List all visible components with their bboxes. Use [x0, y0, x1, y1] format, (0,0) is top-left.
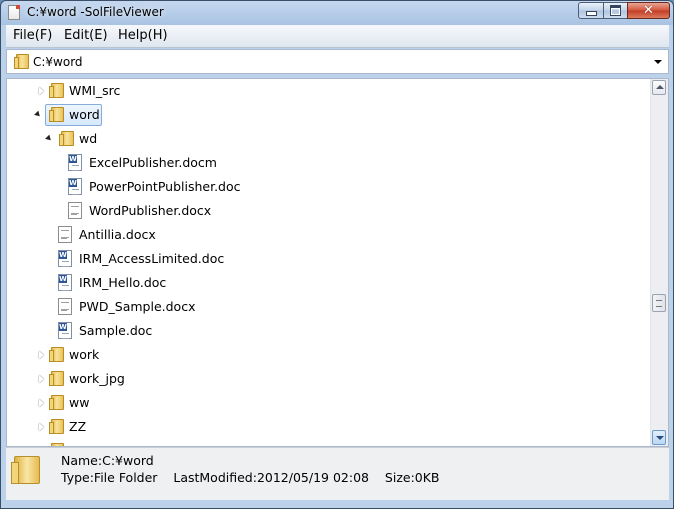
folder-icon: [11, 456, 40, 484]
menu-help[interactable]: Help(H): [116, 28, 170, 43]
tree-item-partial[interactable]: [7, 440, 652, 446]
tree-item-pwd-sample[interactable]: PWD_Sample.docx: [7, 296, 652, 318]
status-size: Size:0KB: [384, 470, 440, 485]
window-title: C:¥word -SolFileViewer: [27, 5, 164, 19]
tree-item-label: PWD_Sample.docx: [79, 299, 196, 314]
tree-item-irm-hello[interactable]: IRM_Hello.doc: [7, 272, 652, 294]
folder-icon: [14, 54, 29, 69]
tree-item-label: wd: [79, 131, 98, 146]
tree-item-sample[interactable]: Sample.doc: [7, 320, 652, 342]
tree-item-ww[interactable]: ww: [7, 392, 652, 414]
tree-item-irm-accesslimited[interactable]: IRM_AccessLimited.doc: [7, 248, 652, 270]
status-type: Type:File Folder: [61, 470, 158, 485]
tree-item-label: word: [69, 107, 100, 122]
tree-item-label: IRM_AccessLimited.doc: [79, 251, 225, 266]
tree-item-label: ww: [69, 395, 90, 410]
tree-item-work[interactable]: work: [7, 344, 652, 366]
word-document-icon: [58, 322, 72, 339]
tree-item-label: IRM_Hello.doc: [79, 275, 167, 290]
scroll-thumb[interactable]: [652, 294, 666, 312]
word-document-icon: [68, 154, 82, 171]
tree-item-label: PowerPointPublisher.doc: [89, 179, 241, 194]
arrow-down-icon: [656, 436, 664, 440]
expand-arrow-icon[interactable]: [39, 399, 44, 407]
menu-edit[interactable]: Edit(E): [62, 28, 110, 43]
status-last-modified: LastModified:2012/05/19 02:08: [173, 470, 369, 485]
tree-item-zz[interactable]: ZZ: [7, 416, 652, 438]
path-value: C:¥word: [33, 55, 83, 69]
path-combobox[interactable]: C:¥word: [6, 49, 669, 74]
tree-item-wmi-src[interactable]: WMI_src: [7, 80, 652, 102]
minimize-button[interactable]: [578, 2, 604, 19]
app-window: C:¥word -SolFileViewer ✕ File(F) Edit(E)…: [0, 0, 674, 509]
status-details: Type:File Folder LastModified:2012/05/19…: [61, 470, 440, 485]
word-document-icon: [58, 274, 72, 291]
tree-item-label: ZZ: [69, 419, 87, 434]
vertical-scrollbar[interactable]: [650, 79, 668, 446]
tree-item-label: Sample.doc: [79, 323, 153, 338]
tree-item-label: work_jpg: [69, 371, 125, 386]
title-bar[interactable]: C:¥word -SolFileViewer ✕: [1, 1, 673, 25]
arrow-up-icon: [656, 85, 664, 89]
folder-icon: [49, 419, 64, 434]
folder-icon: [49, 107, 64, 122]
expand-arrow-icon[interactable]: [39, 87, 44, 95]
folder-icon: [49, 371, 64, 386]
tree-item-word[interactable]: word: [7, 104, 652, 126]
status-panel: Name:C:¥word Type:File Folder LastModifi…: [6, 447, 669, 500]
minimize-icon: [585, 11, 597, 16]
chevron-down-icon[interactable]: [654, 60, 662, 64]
tree-item-wd[interactable]: wd: [7, 128, 652, 150]
tree-item-antillia[interactable]: Antillia.docx: [7, 224, 652, 246]
tree-item-work-jpg[interactable]: work_jpg: [7, 368, 652, 390]
tree-item-wordpublisher[interactable]: WordPublisher.docx: [7, 200, 652, 222]
document-icon: [8, 5, 20, 20]
collapse-arrow-icon[interactable]: [34, 110, 42, 119]
expand-arrow-icon[interactable]: [39, 423, 44, 431]
collapse-arrow-icon[interactable]: [45, 134, 53, 143]
expand-arrow-icon[interactable]: [39, 351, 44, 359]
folder-icon: [59, 131, 74, 146]
tree-item-label: WMI_src: [69, 83, 121, 98]
tree-item-label: WordPublisher.docx: [89, 203, 212, 218]
text-document-icon: [58, 298, 72, 315]
tree-item-powerpointpublisher[interactable]: PowerPointPublisher.doc: [7, 176, 652, 198]
tree-item-label: ExcelPublisher.docm: [89, 155, 217, 170]
text-document-icon: [68, 202, 82, 219]
scroll-down-button[interactable]: [652, 430, 666, 445]
menu-file[interactable]: File(F): [11, 28, 54, 43]
text-document-icon: [58, 226, 72, 243]
folder-icon: [49, 395, 64, 410]
word-document-icon: [68, 178, 82, 195]
status-name: Name:C:¥word: [61, 453, 154, 468]
close-icon: ✕: [643, 3, 654, 18]
menu-bar: File(F) Edit(E) Help(H): [6, 25, 669, 48]
maximize-icon: [610, 5, 621, 16]
folder-tree[interactable]: WMI_src word wd ExcelPublisher.docm Powe…: [6, 78, 669, 447]
folder-icon: [49, 83, 64, 98]
close-button[interactable]: ✕: [627, 2, 670, 19]
maximize-button[interactable]: [603, 2, 628, 19]
tree-item-label: Antillia.docx: [79, 227, 156, 242]
word-document-icon: [58, 250, 72, 267]
tree-item-label: work: [69, 347, 100, 362]
scroll-up-button[interactable]: [652, 80, 666, 95]
tree-item-excelpublisher[interactable]: ExcelPublisher.docm: [7, 152, 652, 174]
folder-icon: [49, 347, 64, 362]
expand-arrow-icon[interactable]: [39, 375, 44, 383]
